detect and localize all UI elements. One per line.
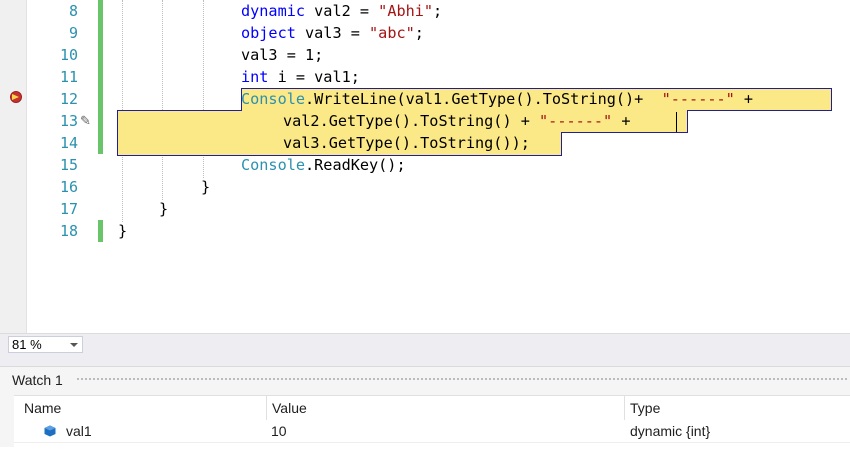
code-line[interactable]: val2.GetType().ToString() + "------" + (283, 110, 630, 132)
watch-row-partial (14, 443, 850, 453)
line-number: 11 (59, 68, 78, 86)
change-marker (98, 220, 103, 242)
change-marker (98, 0, 103, 22)
line-number: 8 (68, 2, 78, 20)
code-line[interactable]: } (159, 198, 168, 220)
code-token: .WriteLine(val1.GetType().ToString()+ (305, 90, 662, 108)
code-token: i = val1; (268, 68, 360, 86)
code-line[interactable]: int i = val1; (241, 66, 360, 88)
line-number: 14 (59, 134, 78, 152)
chevron-down-icon[interactable] (70, 343, 78, 347)
code-token: val2.GetType().ToString() + (283, 112, 540, 130)
code-line[interactable]: } (201, 176, 210, 198)
panel-splitter[interactable] (0, 356, 850, 366)
code-token: ; (414, 24, 424, 42)
line-number: 16 (59, 178, 78, 196)
code-line[interactable]: Console.WriteLine(val1.GetType().ToStrin… (241, 88, 753, 110)
change-marker (98, 110, 103, 132)
indent-guide (162, 0, 163, 200)
code-line[interactable]: Console.ReadKey(); (241, 154, 406, 176)
code-token: "abc" (369, 24, 415, 42)
line-number: 9 (68, 24, 78, 42)
code-token: ; (433, 2, 443, 20)
code-line[interactable]: val3.GetType().ToString()); (283, 132, 530, 154)
watch-column-header: Name Value Type (14, 395, 850, 421)
change-marker (98, 132, 103, 154)
column-header-name[interactable]: Name (18, 396, 268, 420)
watch-row-name[interactable]: val1 (66, 420, 92, 442)
current-statement-arrow-icon (12, 94, 19, 100)
line-number: 18 (59, 222, 78, 240)
line-number: 17 (59, 200, 78, 218)
line-number: 15 (59, 156, 78, 174)
line-number: 10 (59, 46, 78, 64)
code-line[interactable]: object val3 = "abc"; (241, 22, 424, 44)
code-token: val2 = (305, 2, 379, 20)
zoom-bar: 81 % (0, 333, 850, 356)
code-token: val3 = (295, 24, 370, 42)
variable-icon (44, 425, 56, 437)
code-token: } (118, 222, 128, 240)
zoom-level-value: 81 % (12, 337, 42, 352)
code-token: + (612, 112, 631, 130)
text-caret (676, 112, 677, 132)
code-editor[interactable]: ✎ 8 9 10 11 12 13 14 15 16 17 18 dynamic… (0, 0, 850, 333)
code-token: val3.GetType().ToString()); (283, 134, 530, 152)
watch-window-title[interactable]: Watch 1 (12, 372, 63, 388)
code-token: "Abhi" (378, 2, 434, 20)
code-line[interactable]: } (118, 220, 127, 242)
change-marker (98, 22, 103, 44)
code-token: "------" (661, 90, 735, 108)
watch-row[interactable]: val1 10 dynamic {int} (14, 420, 850, 443)
change-marker (98, 88, 103, 110)
indicator-margin[interactable] (0, 0, 27, 333)
watch-window: Watch 1 Name Value Type val1 10 dynamic … (0, 366, 850, 453)
edit-pencil-icon: ✎ (80, 113, 91, 128)
change-marker (98, 66, 103, 88)
code-token: val3 = 1; (241, 46, 324, 64)
code-token: } (201, 178, 211, 196)
watch-row-value[interactable]: 10 (271, 420, 287, 442)
code-token: int (241, 68, 269, 86)
change-marker (98, 44, 103, 66)
drag-grip[interactable] (76, 377, 848, 382)
code-token: Console (241, 90, 306, 108)
code-line[interactable]: val3 = 1; (241, 44, 323, 66)
code-token: object (241, 24, 296, 42)
code-token: dynamic (241, 2, 306, 20)
column-header-value[interactable]: Value (266, 396, 626, 420)
zoom-level-dropdown[interactable]: 81 % (8, 336, 83, 353)
watch-row-type: dynamic {int} (630, 423, 711, 439)
code-token: Console (241, 156, 306, 174)
column-header-type[interactable]: Type (624, 396, 844, 420)
code-line[interactable]: dynamic val2 = "Abhi"; (241, 0, 442, 22)
line-number: 12 (59, 90, 78, 108)
code-token: } (159, 200, 169, 218)
code-token: "------" (539, 112, 613, 130)
code-token: .ReadKey(); (305, 156, 406, 174)
line-number: 13 (59, 112, 78, 130)
current-statement-outline (117, 88, 832, 156)
code-token: + (734, 90, 754, 108)
